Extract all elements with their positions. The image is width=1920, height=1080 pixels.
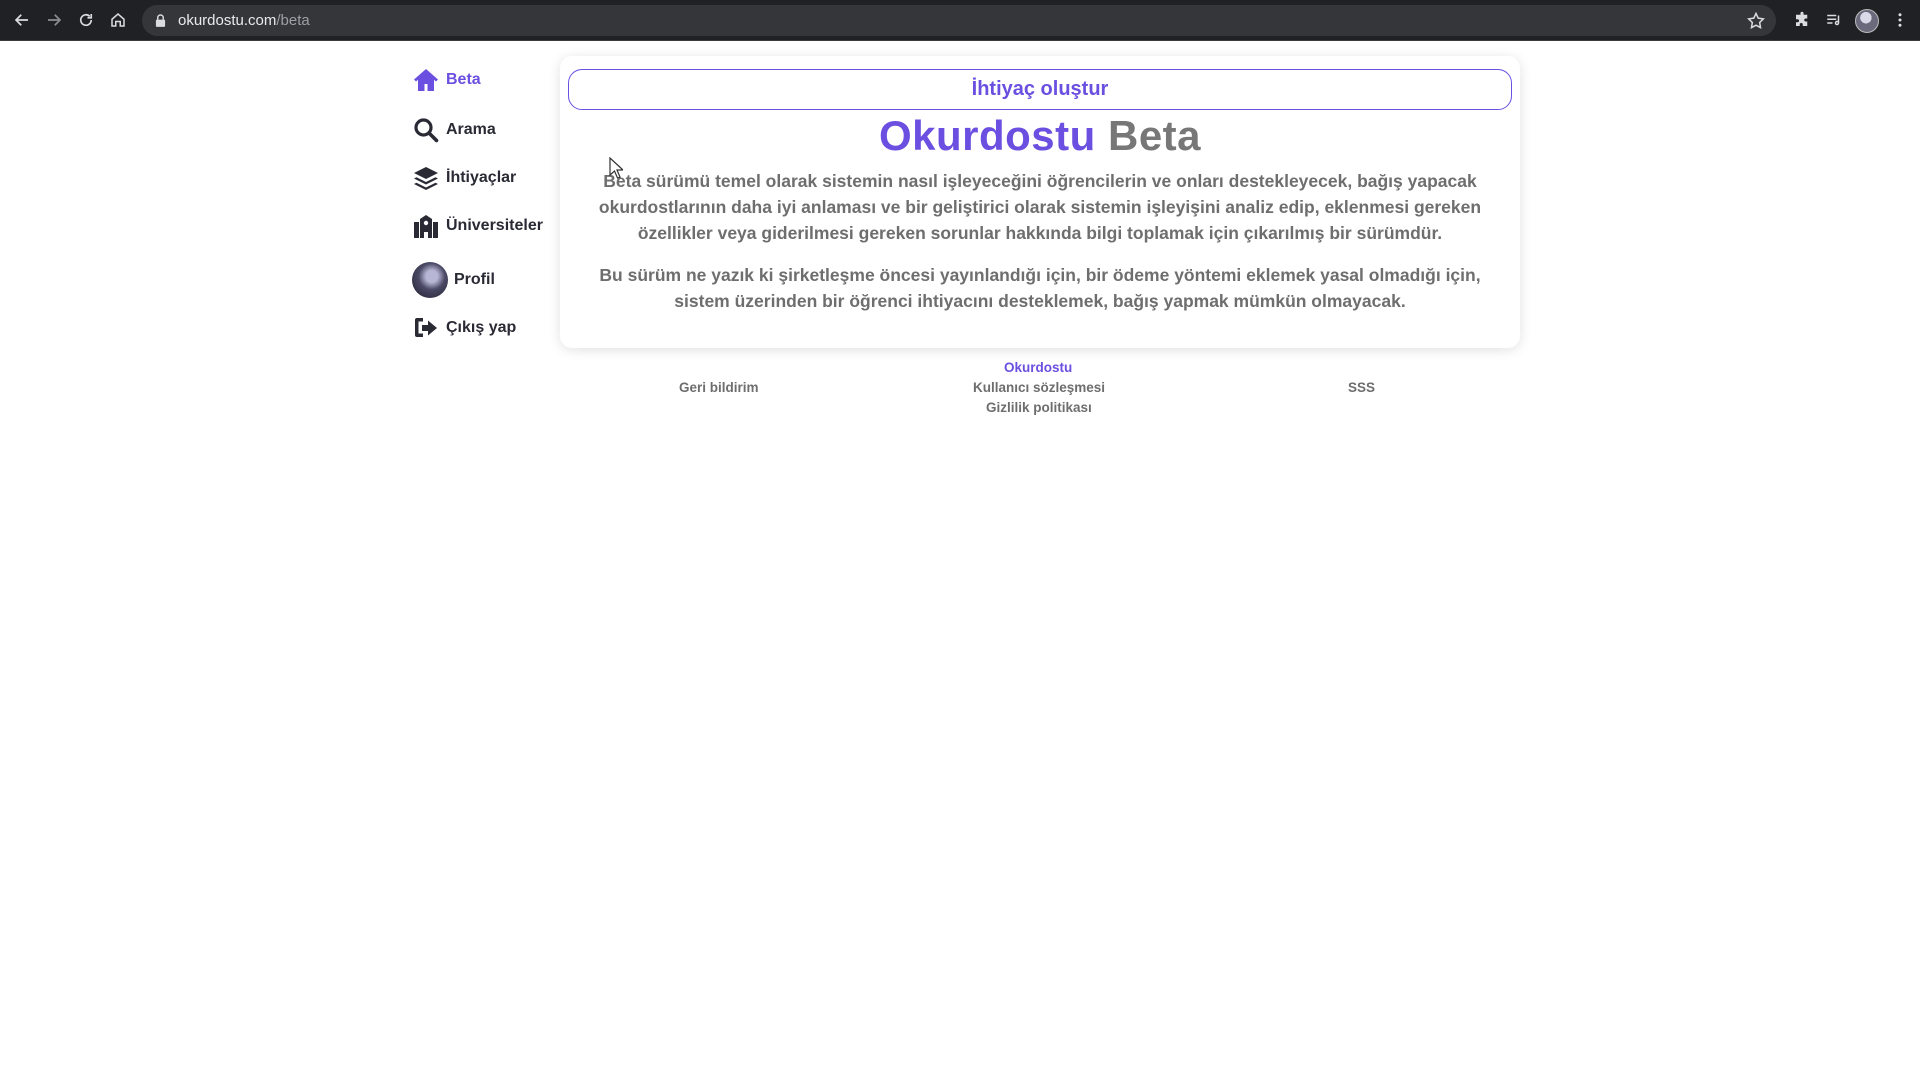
back-icon[interactable]	[8, 6, 36, 34]
sign-out-icon	[412, 314, 440, 342]
sidebar-item-label: Çıkış yap	[446, 319, 517, 336]
browser-profile-avatar[interactable]	[1855, 9, 1879, 33]
beta-info-card: İhtiyaç oluştur Okurdostu Beta Beta sürü…	[560, 56, 1520, 348]
menu-dots-icon[interactable]	[1886, 6, 1914, 34]
extensions-icon[interactable]	[1788, 6, 1816, 34]
sidebar-item-cikis[interactable]: Çıkış yap	[412, 314, 516, 342]
sidebar-item-universiteler[interactable]: Üniversiteler	[412, 212, 543, 240]
avatar	[412, 262, 448, 298]
url-path: /beta	[276, 12, 310, 29]
payment-notice-paragraph: Bu sürüm ne yazık ki şirketleşme öncesi …	[599, 265, 1481, 311]
sidebar-item-label: Profil	[454, 271, 495, 288]
forward-icon[interactable]	[40, 6, 68, 34]
footer-brand-link[interactable]: Okurdostu	[1004, 360, 1072, 375]
media-control-icon[interactable]	[1820, 6, 1848, 34]
footer-faq-link[interactable]: SSS	[1348, 380, 1375, 395]
mouse-cursor-icon	[609, 157, 623, 179]
home-icon[interactable]	[104, 6, 132, 34]
bookmark-star-icon[interactable]	[1746, 11, 1766, 31]
beta-description-paragraph: Beta sürümü temel olarak sistemin nasıl …	[598, 171, 1482, 243]
home-icon	[412, 66, 440, 94]
create-need-button[interactable]: İhtiyaç oluştur	[568, 69, 1512, 110]
footer-feedback-link[interactable]: Geri bildirim	[679, 380, 759, 395]
sidebar-item-profil[interactable]: Profil	[412, 262, 495, 298]
page-title: Okurdostu Beta	[560, 112, 1520, 160]
sidebar-item-ihtiyaclar[interactable]: İhtiyaçlar	[412, 164, 516, 192]
footer-privacy-link[interactable]: Gizlilik politikası	[986, 400, 1092, 415]
layers-icon	[412, 164, 440, 192]
title-suffix: Beta	[1107, 112, 1202, 159]
browser-toolbar: okurdostu.com/beta	[0, 0, 1920, 41]
sidebar-item-label: Arama	[446, 121, 496, 138]
reload-icon[interactable]	[72, 6, 100, 34]
sidebar-item-arama[interactable]: Arama	[412, 116, 496, 144]
sidebar-item-label: İhtiyaçlar	[446, 169, 517, 186]
sidebar-item-label: Beta	[446, 71, 481, 88]
url-host: okurdostu.com	[178, 12, 277, 29]
title-brand: Okurdostu	[878, 112, 1096, 159]
lock-icon	[154, 14, 166, 28]
footer-terms-link[interactable]: Kullanıcı sözleşmesi	[973, 380, 1105, 395]
sidebar-item-beta[interactable]: Beta	[412, 66, 481, 94]
search-icon	[412, 116, 440, 144]
address-bar[interactable]: okurdostu.com/beta	[142, 5, 1776, 36]
university-icon	[412, 212, 440, 240]
sidebar-item-label: Üniversiteler	[446, 217, 543, 234]
